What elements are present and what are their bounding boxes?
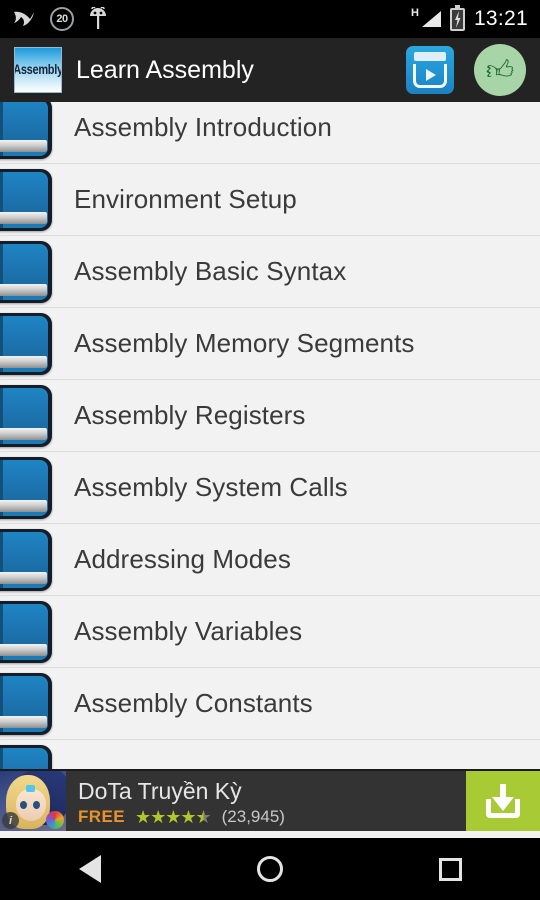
signal-icon: H <box>410 7 441 30</box>
status-bar-clock: 13:21 <box>473 7 528 30</box>
ad-price-label: FREE <box>78 807 125 827</box>
app-bar-actions: 👍︎ <box>406 44 526 96</box>
status-bar-left-icons: 20 <box>12 6 122 31</box>
list-item[interactable]: Assembly Variables <box>0 596 540 668</box>
play-triangle <box>426 69 436 81</box>
ad-art-eye-left <box>20 801 27 809</box>
notification-count-badge: 20 <box>50 7 74 31</box>
ad-star-half: ★ <box>195 807 212 828</box>
list-item[interactable]: Assembly Introduction <box>0 102 540 164</box>
list-item-label: Assembly Variables <box>74 616 303 646</box>
book-icon <box>0 102 52 159</box>
list-item[interactable] <box>0 740 540 769</box>
book-icon <box>0 312 52 375</box>
list-item-label: Assembly Memory Segments <box>74 328 415 358</box>
ad-stars-full: ★★★★ <box>134 807 197 828</box>
book-spine <box>0 747 3 769</box>
book-cover <box>0 102 48 156</box>
play-store-icon[interactable] <box>406 46 454 94</box>
list-item-label: Assembly Constants <box>74 688 313 718</box>
book-icon <box>0 744 52 769</box>
list-item[interactable]: Assembly System Calls <box>0 452 540 524</box>
list-item[interactable]: Assembly Registers <box>0 380 540 452</box>
book-cover <box>0 675 48 732</box>
thumbs-up-glyph: 👍︎ <box>485 54 515 85</box>
list-item[interactable]: Addressing Modes <box>0 524 540 596</box>
list-item[interactable]: Assembly Memory Segments <box>0 308 540 380</box>
list-item[interactable]: Assembly Basic Syntax <box>0 236 540 308</box>
home-icon <box>257 856 283 882</box>
list-item-label: Assembly Introduction <box>74 112 332 142</box>
book-cover <box>0 315 48 372</box>
list-item-label: Assembly Basic Syntax <box>74 256 347 286</box>
status-bar: 20 H 13:21 <box>0 0 540 38</box>
thumbs-up-icon[interactable]: 👍︎ <box>474 44 526 96</box>
ad-banner[interactable]: i DoTa Truyền Kỳ FREE ★★★★ ★ (23,945) <box>0 769 540 831</box>
ad-app-icon: i <box>0 771 66 831</box>
book-cover <box>0 459 48 516</box>
book-cover <box>0 243 48 300</box>
list-item-label: Assembly Registers <box>74 400 306 430</box>
book-pages <box>0 283 47 296</box>
play-store-lid <box>414 52 446 61</box>
book-icon <box>0 456 52 519</box>
ad-rating-stars: ★★★★ ★ <box>134 807 212 828</box>
book-cover <box>0 603 48 660</box>
book-pages <box>0 499 47 512</box>
app-bar: Assembly Learn Assembly 👍︎ <box>0 38 540 102</box>
book-icon <box>0 168 52 231</box>
ad-subline: FREE ★★★★ ★ (23,945) <box>78 807 466 827</box>
ad-review-count: (23,945) <box>221 807 285 827</box>
back-icon <box>79 855 101 883</box>
ad-title: DoTa Truyền Kỳ <box>78 777 242 804</box>
book-pages <box>0 715 47 728</box>
android-head-icon <box>88 6 108 31</box>
network-type-label: H <box>410 7 419 19</box>
ad-info-icon[interactable]: i <box>2 812 19 829</box>
list-item[interactable]: Assembly Constants <box>0 668 540 740</box>
recents-icon <box>438 857 462 881</box>
app-logo-label: Assembly <box>14 62 62 78</box>
book-icon <box>0 528 52 591</box>
book-pages <box>0 355 47 368</box>
ad-art-eye-right <box>33 801 40 809</box>
app-logo-icon: Assembly <box>14 47 62 93</box>
book-icon <box>0 240 52 303</box>
page-title: Learn Assembly <box>76 55 254 84</box>
notification-count-label: 20 <box>56 13 68 25</box>
book-pages <box>0 571 47 584</box>
book-cover <box>0 387 48 444</box>
book-icon <box>0 600 52 663</box>
book-cover <box>0 531 48 588</box>
book-icon <box>0 384 52 447</box>
battery-charging-icon <box>449 4 465 31</box>
recents-button[interactable] <box>405 838 495 900</box>
android-nav-bar <box>0 838 540 900</box>
phone-screen: 20 H 13:21 Assembly Learn Assembly 👍︎ As… <box>0 0 540 900</box>
download-arrow-head <box>492 797 514 811</box>
swallow-icon <box>12 8 36 30</box>
book-pages <box>0 139 47 152</box>
list-item[interactable]: Environment Setup <box>0 164 540 236</box>
signal-bars <box>421 11 441 27</box>
download-icon <box>484 783 522 819</box>
back-button[interactable] <box>45 838 135 900</box>
list-item-label: Addressing Modes <box>74 544 291 574</box>
ad-network-logo-icon <box>46 811 64 829</box>
list-item-label: Environment Setup <box>74 184 297 214</box>
ad-download-button[interactable] <box>466 771 540 831</box>
book-cover <box>0 171 48 228</box>
book-icon <box>0 672 52 735</box>
ad-art-gem <box>26 785 35 792</box>
book-pages <box>0 211 47 224</box>
book-pages <box>0 643 47 656</box>
book-pages <box>0 427 47 440</box>
tutorial-list[interactable]: Assembly Introduction Environment Setup … <box>0 102 540 769</box>
home-button[interactable] <box>225 838 315 900</box>
status-bar-right-icons: H 13:21 <box>402 4 528 31</box>
list-item-label: Assembly System Calls <box>74 472 348 502</box>
ad-text-block: DoTa Truyền Kỳ FREE ★★★★ ★ (23,945) <box>66 771 466 831</box>
book-cover <box>0 747 48 769</box>
